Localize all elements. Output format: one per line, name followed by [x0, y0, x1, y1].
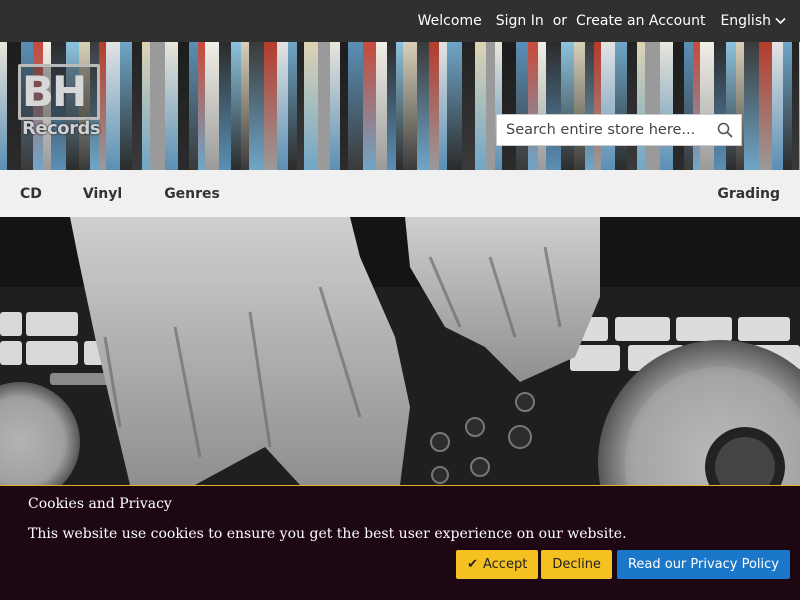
cookie-message: This website use cookies to ensure you g… — [28, 526, 627, 542]
language-label: English — [720, 13, 771, 29]
cookie-actions: ✔ Accept Decline Read our Privacy Policy — [456, 550, 790, 579]
nav-item-genres[interactable]: Genres — [164, 186, 220, 202]
sign-in-link[interactable]: Sign In — [496, 13, 544, 29]
chevron-down-icon — [775, 17, 786, 25]
welcome-text: Welcome — [417, 13, 482, 29]
logo-word: Records — [22, 118, 101, 139]
main-navigation: CD Vinyl Genres Grading — [0, 170, 800, 217]
hero-image — [0, 217, 800, 485]
search-box — [496, 114, 742, 146]
top-header: Welcome Sign In or Create an Account Eng… — [0, 0, 800, 42]
cookie-banner: Cookies and Privacy This website use coo… — [0, 485, 800, 600]
or-text: or — [552, 13, 568, 29]
check-icon: ✔ — [467, 557, 478, 572]
nav-item-cd[interactable]: CD — [20, 186, 42, 202]
nav-item-vinyl[interactable]: Vinyl — [83, 186, 122, 202]
language-switcher[interactable]: English — [720, 13, 786, 29]
nav-item-grading[interactable]: Grading — [717, 186, 780, 202]
privacy-policy-button[interactable]: Read our Privacy Policy — [616, 550, 790, 579]
dj-controller-image — [0, 217, 800, 485]
header-banner: BH Records — [0, 42, 800, 170]
logo-mark: BH — [22, 67, 87, 116]
accept-button[interactable]: ✔ Accept — [456, 550, 539, 579]
search-input[interactable] — [506, 122, 711, 138]
store-logo[interactable]: BH Records — [18, 64, 101, 144]
cookie-title: Cookies and Privacy — [28, 496, 172, 512]
search-icon[interactable] — [717, 122, 733, 138]
accept-label: Accept — [483, 557, 528, 572]
record-spines-image — [0, 42, 800, 170]
create-account-link[interactable]: Create an Account — [576, 13, 705, 29]
decline-button[interactable]: Decline — [541, 550, 612, 579]
